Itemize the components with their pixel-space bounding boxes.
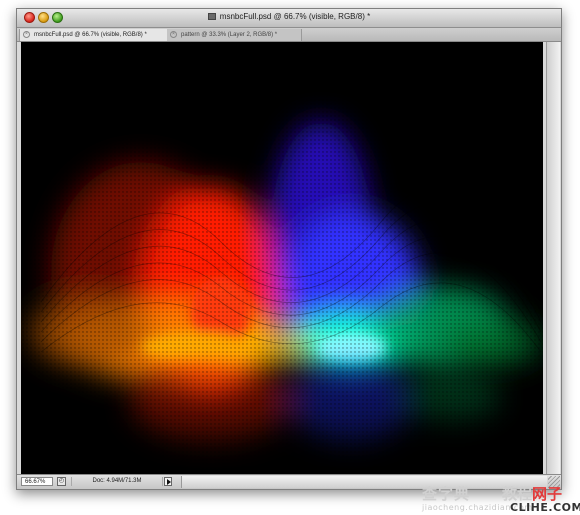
- title-bar[interactable]: msnbcFull.psd @ 66.7% (visible, RGB/8) *: [17, 9, 561, 28]
- status-info-icon[interactable]: ◴: [57, 477, 66, 486]
- document-tab-bar: × msnbcFull.psd @ 66.7% (visible, RGB/8)…: [17, 28, 561, 42]
- document-icon: [207, 13, 216, 20]
- close-tab-icon[interactable]: ×: [23, 31, 30, 38]
- vertical-scrollbar[interactable]: [546, 42, 560, 474]
- document-canvas[interactable]: [21, 42, 543, 474]
- window-title: msnbcFull.psd @ 66.7% (visible, RGB/8) *: [219, 12, 371, 21]
- tab-label: pattern @ 33.3% (Layer 2, RGB/8) *: [181, 32, 278, 38]
- window-title-wrap: msnbcFull.psd @ 66.7% (visible, RGB/8) *: [17, 12, 561, 21]
- close-tab-icon[interactable]: ×: [170, 31, 177, 38]
- watermark-main: 查字典: [422, 485, 471, 503]
- spectrum-artwork: [21, 42, 543, 474]
- tab-pattern[interactable]: × pattern @ 33.3% (Layer 2, RGB/8) *: [167, 29, 302, 41]
- document-size-info: Doc: 4.94M/71.3M: [71, 477, 163, 486]
- status-menu-arrow-icon[interactable]: [164, 477, 172, 486]
- watermark-site: CLIHE.COM: [510, 501, 580, 514]
- site-watermark: 查字典 教程网子 jiaocheng.chazidian.com CLIHE.C…: [422, 483, 580, 514]
- zoom-level-field[interactable]: 66.67%: [21, 477, 53, 486]
- tab-msnbcfull[interactable]: × msnbcFull.psd @ 66.7% (visible, RGB/8)…: [19, 29, 187, 41]
- tab-label: msnbcFull.psd @ 66.7% (visible, RGB/8) *: [34, 32, 147, 38]
- photoshop-document-window: msnbcFull.psd @ 66.7% (visible, RGB/8) *…: [16, 8, 562, 490]
